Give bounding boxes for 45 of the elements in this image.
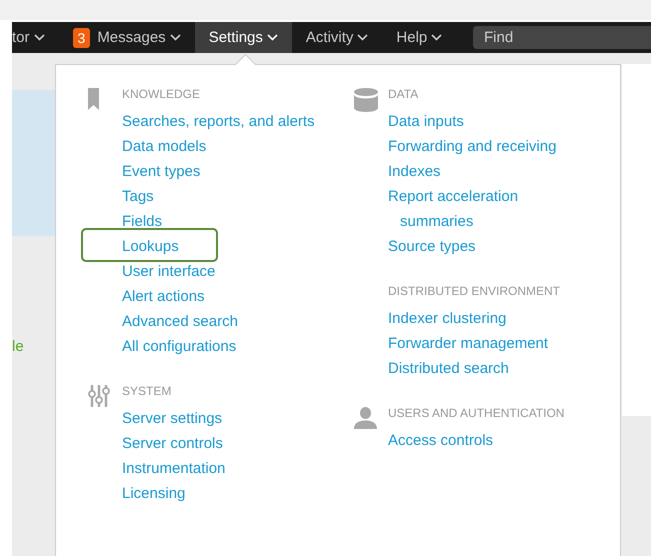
- side-text: le: [12, 338, 24, 355]
- count-badge: 3: [72, 28, 90, 48]
- menu-link[interactable]: Data inputs: [388, 109, 464, 134]
- menu-link[interactable]: Licensing: [122, 481, 186, 506]
- menu-link[interactable]: Server controls: [122, 431, 223, 456]
- menu-link[interactable]: All configurations: [122, 334, 236, 359]
- menu-link[interactable]: Alert actions: [122, 284, 205, 309]
- caret-icon: [34, 34, 45, 41]
- menu-link[interactable]: Source types: [388, 234, 476, 259]
- sliders-icon: [88, 385, 110, 407]
- menu-link[interactable]: Advanced search: [122, 309, 238, 334]
- caret-icon: [266, 34, 278, 41]
- section-heading: DATA: [388, 87, 418, 103]
- menu-link[interactable]: Forwarding and receiving: [388, 134, 556, 159]
- section-heading: USERS AND AUTHENTICATION: [388, 406, 564, 422]
- menu-link[interactable]: Lookups: [122, 234, 179, 259]
- menu-link[interactable]: Fields: [122, 209, 162, 234]
- caret-icon: [431, 34, 442, 41]
- menu-link[interactable]: Tags: [122, 184, 154, 209]
- menu-link[interactable]: Access controls: [388, 428, 494, 453]
- bookmark-icon: [88, 88, 99, 110]
- menu-link[interactable]: Indexer clustering: [388, 306, 506, 331]
- nav-menu-tab[interactable]: Activity: [292, 22, 382, 53]
- search-field[interactable]: Find: [473, 26, 651, 49]
- menu-link[interactable]: Data models: [122, 134, 206, 159]
- database-icon: [354, 88, 378, 112]
- menu-link[interactable]: Server settings: [122, 406, 222, 431]
- section-heading: KNOWLEDGE: [122, 87, 200, 103]
- menu-link[interactable]: Event types: [122, 159, 200, 184]
- menu-link[interactable]: Forwarder management: [388, 331, 548, 356]
- menu-link[interactable]: Distributed search: [388, 356, 509, 381]
- section-heading: DISTRIBUTED ENVIRONMENT: [388, 284, 560, 300]
- caret-icon: [170, 34, 181, 41]
- nav-menu-tab[interactable]: Help: [382, 22, 456, 53]
- menu-link[interactable]: Report acceleration summaries: [388, 184, 528, 234]
- menu-link[interactable]: Indexes: [388, 159, 441, 184]
- nav-menu-tab[interactable]: Settings: [194, 22, 292, 53]
- menu-link[interactable]: Instrumentation: [122, 456, 226, 481]
- caret-icon: [357, 34, 368, 41]
- menu-link[interactable]: Searches, reports, and alerts: [122, 109, 315, 134]
- nav-menu-tab[interactable]: 3 Messages: [58, 22, 195, 53]
- menu-link[interactable]: User interface: [122, 259, 216, 284]
- section-heading: SYSTEM: [122, 384, 172, 400]
- user-icon: [354, 407, 377, 429]
- nav-menu-tab[interactable]: tor: [12, 22, 59, 53]
